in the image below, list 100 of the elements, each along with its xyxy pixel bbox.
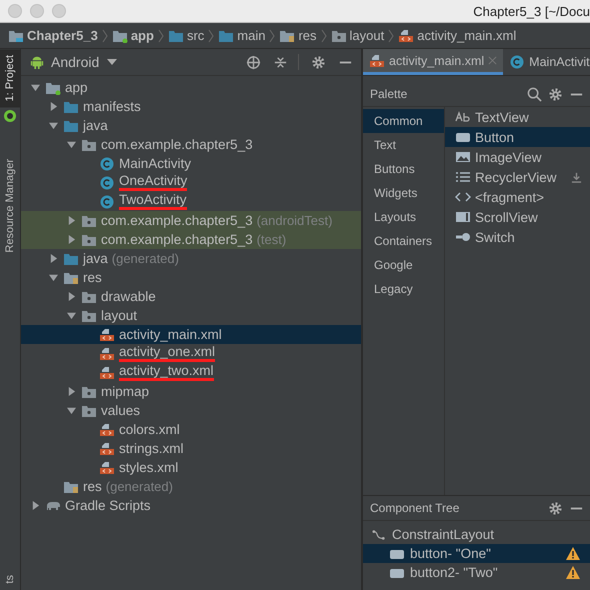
- tree-item[interactable]: activity_one.xml: [21, 344, 361, 363]
- tree-suffix: (generated): [112, 251, 179, 266]
- chevron-icon: [158, 28, 164, 42]
- expand-arrow-icon[interactable]: [66, 216, 76, 225]
- tree-label: Gradle Scripts: [65, 498, 151, 513]
- palette-item[interactable]: RecyclerView: [445, 167, 590, 187]
- collapse-arrow-icon[interactable]: [30, 83, 40, 92]
- expand-arrow-icon[interactable]: [48, 102, 58, 111]
- palette-item[interactable]: TextView: [445, 107, 590, 127]
- palette-category[interactable]: Widgets: [363, 181, 444, 205]
- palette-item[interactable]: ScrollView: [445, 207, 590, 227]
- palette-category[interactable]: Layouts: [363, 205, 444, 229]
- tree-item[interactable]: com.example.chapter5_3 (androidTest): [21, 211, 361, 230]
- tree-label: mipmap: [101, 384, 150, 399]
- button-icon: [455, 131, 471, 143]
- component-item[interactable]: button2- "Two": [363, 563, 590, 582]
- tree-item[interactable]: com.example.chapter5_3: [21, 135, 361, 154]
- tree-item[interactable]: res: [21, 268, 361, 287]
- package-folder-icon: [81, 232, 97, 246]
- tree-label: OneActivity: [119, 174, 188, 191]
- tree-label: java: [83, 118, 108, 133]
- tree-item[interactable]: com.example.chapter5_3 (test): [21, 230, 361, 249]
- palette-category[interactable]: Buttons: [363, 157, 444, 181]
- tree-label: manifests: [83, 99, 141, 114]
- breadcrumb[interactable]: activity_main.xml: [398, 28, 516, 43]
- tree-item[interactable]: colors.xml: [21, 420, 361, 439]
- component-item[interactable]: ConstraintLayout: [363, 525, 590, 544]
- xml-file-icon: [99, 422, 115, 436]
- tree-item[interactable]: activity_main.xml: [21, 325, 361, 344]
- xml-file-icon: [99, 460, 115, 474]
- palette-category[interactable]: Google: [363, 253, 444, 277]
- expand-arrow-icon[interactable]: [48, 254, 58, 263]
- breadcrumb[interactable]: src: [168, 28, 204, 43]
- palette-category[interactable]: Text: [363, 133, 444, 157]
- tree-item[interactable]: MainActivity: [21, 154, 361, 173]
- package-folder-icon: [81, 308, 97, 322]
- settings-icon[interactable]: [548, 500, 563, 516]
- tree-item[interactable]: OneActivity: [21, 173, 361, 192]
- tool-window-tab[interactable]: 1: Project: [0, 49, 20, 108]
- palette-item[interactable]: Button: [445, 127, 590, 147]
- palette-item[interactable]: <fragment>: [445, 187, 590, 207]
- tree-label: layout: [101, 308, 138, 323]
- tree-item[interactable]: styles.xml: [21, 458, 361, 477]
- breadcrumb[interactable]: layout: [330, 28, 384, 43]
- tree-label: colors.xml: [119, 422, 180, 437]
- download-icon[interactable]: [571, 172, 582, 182]
- collapse-all-icon[interactable]: [273, 54, 288, 70]
- view-dropdown[interactable]: Android: [51, 54, 118, 70]
- editor-tab[interactable]: activity_main.xml: [363, 49, 504, 75]
- tree-item[interactable]: res (generated): [21, 477, 361, 496]
- expand-arrow-icon[interactable]: [66, 292, 76, 301]
- breadcrumb[interactable]: main: [218, 28, 266, 43]
- tree-item[interactable]: app: [21, 78, 361, 97]
- resource-folder-icon: [279, 28, 296, 42]
- breadcrumb[interactable]: Chapter5_3: [8, 28, 98, 43]
- tree-item[interactable]: manifests: [21, 97, 361, 116]
- module-folder-icon: [8, 28, 24, 42]
- tree-item[interactable]: strings.xml: [21, 439, 361, 458]
- search-icon[interactable]: [527, 86, 542, 102]
- tree-item[interactable]: java (generated): [21, 249, 361, 268]
- tree-item[interactable]: Gradle Scripts: [21, 496, 361, 515]
- class-icon: [509, 55, 526, 69]
- palette-item[interactable]: Switch: [445, 227, 590, 247]
- xml-file-icon: [99, 366, 115, 380]
- folder-icon: [63, 118, 79, 132]
- collapse-arrow-icon[interactable]: [66, 406, 76, 415]
- class-icon: [99, 194, 115, 208]
- collapse-arrow-icon[interactable]: [48, 121, 58, 130]
- palette-category[interactable]: Containers: [363, 229, 444, 253]
- tree-suffix: (generated): [106, 479, 173, 494]
- collapse-arrow-icon[interactable]: [66, 140, 76, 149]
- collapse-arrow-icon[interactable]: [48, 273, 58, 282]
- breadcrumb[interactable]: res: [279, 28, 317, 43]
- package-folder-icon: [81, 214, 97, 228]
- palette-category[interactable]: Legacy: [363, 277, 444, 301]
- editor-tab[interactable]: MainActivit: [503, 49, 590, 75]
- code-brackets-icon: [455, 191, 471, 203]
- scroll-view-icon: [455, 211, 471, 223]
- collapse-arrow-icon[interactable]: [66, 311, 76, 320]
- locate-icon[interactable]: [246, 54, 261, 70]
- tool-window-tab[interactable]: ts: [0, 569, 20, 590]
- palette-category[interactable]: Common: [363, 109, 444, 133]
- tree-label: res: [83, 479, 102, 494]
- folder-icon: [63, 252, 79, 266]
- tree-item[interactable]: java: [21, 116, 361, 135]
- tree-item[interactable]: layout: [21, 306, 361, 325]
- settings-icon[interactable]: [548, 86, 563, 102]
- tree-item[interactable]: drawable: [21, 287, 361, 306]
- palette-item[interactable]: ImageView: [445, 147, 590, 167]
- settings-icon[interactable]: [311, 54, 326, 70]
- expand-arrow-icon[interactable]: [30, 501, 40, 510]
- tree-item[interactable]: values: [21, 401, 361, 420]
- expand-arrow-icon[interactable]: [66, 235, 76, 244]
- component-item[interactable]: button- "One": [363, 544, 590, 563]
- tree-item[interactable]: mipmap: [21, 382, 361, 401]
- tool-window-tab[interactable]: Resource Manager: [0, 153, 20, 260]
- expand-arrow-icon[interactable]: [66, 387, 76, 396]
- folder-icon: [63, 100, 79, 114]
- breadcrumb[interactable]: app: [112, 28, 154, 43]
- tree-item[interactable]: activity_two.xml: [21, 363, 361, 382]
